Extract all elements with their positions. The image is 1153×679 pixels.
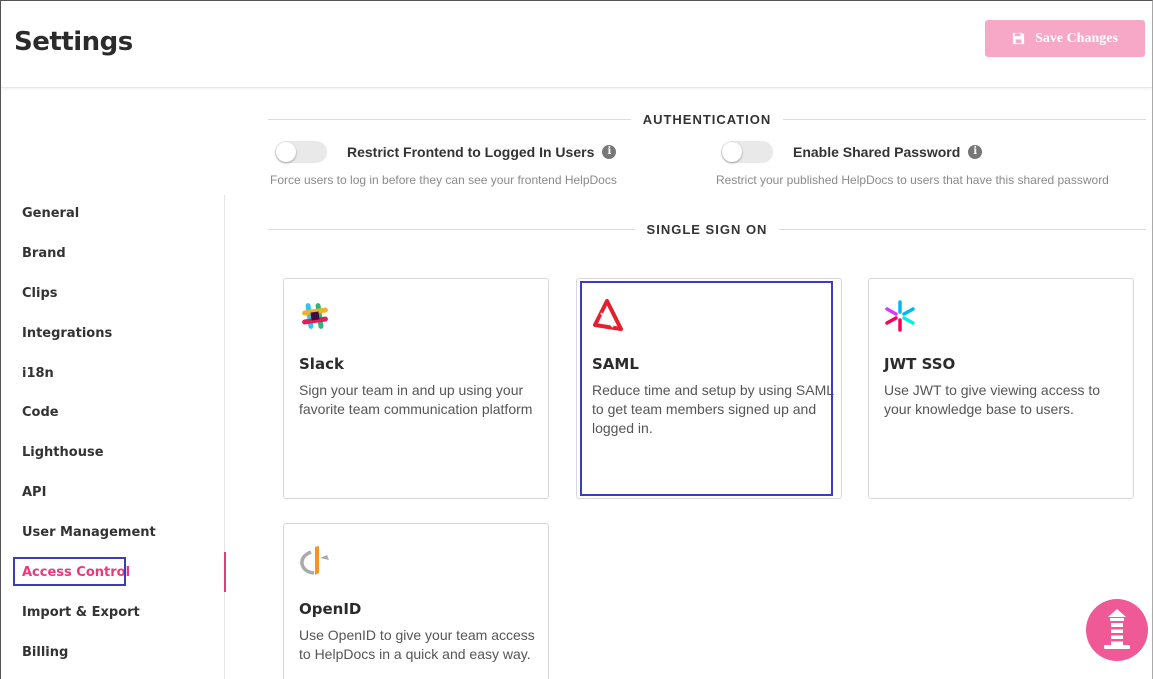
page-title: Settings xyxy=(14,27,133,57)
sidebar-item-import-export[interactable]: Import & Export xyxy=(22,605,140,620)
settings-header: Settings Save Changes xyxy=(1,1,1152,88)
sidebar-item-api[interactable]: API xyxy=(22,485,46,500)
sidebar-item-user-management[interactable]: User Management xyxy=(22,525,156,540)
slack-title: Slack xyxy=(299,355,344,373)
openid-title: OpenID xyxy=(299,600,362,618)
toggle-knob xyxy=(276,142,296,162)
sso-heading-text: SINGLE SIGN ON xyxy=(646,221,768,237)
restrict-frontend-label: Restrict Frontend to Logged In Users xyxy=(347,144,595,160)
info-icon[interactable]: i xyxy=(602,145,617,159)
lighthouse-icon xyxy=(1104,609,1130,649)
sidebar-active-highlight xyxy=(13,557,126,586)
saml-title: SAML xyxy=(592,355,639,373)
jwt-sso-card[interactable]: JWT SSO Use JWT to give viewing access t… xyxy=(868,278,1134,499)
sidebar-active-indicator xyxy=(224,552,226,592)
sidebar-item-brand[interactable]: Brand xyxy=(22,246,66,261)
sidebar-item-lighthouse[interactable]: Lighthouse xyxy=(22,445,104,460)
slack-icon xyxy=(302,303,328,329)
authentication-heading-text: AUTHENTICATION xyxy=(642,111,772,127)
floppy-disk-icon xyxy=(1012,32,1025,45)
slack-card[interactable]: Slack Sign your team in and up using you… xyxy=(283,278,549,499)
jwt-sso-description: Use JWT to give viewing access to your k… xyxy=(884,382,1101,417)
slack-description: Sign your team in and up using your favo… xyxy=(299,382,533,417)
saml-description: Reduce time and setup by using SAML to g… xyxy=(592,382,834,436)
sso-heading: SINGLE SIGN ON xyxy=(268,219,1146,239)
saml-card[interactable]: SAML Reduce time and setup by using SAML… xyxy=(576,278,842,499)
sidebar-item-clips[interactable]: Clips xyxy=(22,286,58,301)
save-changes-button[interactable]: Save Changes xyxy=(985,20,1145,57)
sidebar-item-i18n[interactable]: i18n xyxy=(22,366,54,381)
jwt-icon xyxy=(885,300,915,332)
sidebar-item-integrations[interactable]: Integrations xyxy=(22,326,112,341)
authentication-heading: AUTHENTICATION xyxy=(268,109,1146,129)
shared-password-toggle[interactable] xyxy=(721,141,773,163)
jwt-sso-title: JWT SSO xyxy=(884,355,956,373)
restrict-frontend-description: Force users to log in before they can se… xyxy=(270,173,617,187)
info-icon[interactable]: i xyxy=(968,145,983,159)
toggle-knob xyxy=(722,142,742,162)
restrict-frontend-toggle[interactable] xyxy=(275,141,327,163)
sidebar-item-general[interactable]: General xyxy=(22,206,79,221)
openid-card[interactable]: OpenID Use OpenID to give your team acce… xyxy=(283,523,549,679)
saml-icon xyxy=(593,299,623,331)
openid-description: Use OpenID to give your team access to H… xyxy=(299,627,535,662)
save-changes-label: Save Changes xyxy=(1035,30,1118,46)
sidebar-item-billing[interactable]: Billing xyxy=(22,645,68,660)
openid-icon xyxy=(300,546,329,575)
sidebar-item-code[interactable]: Code xyxy=(22,405,59,420)
shared-password-description: Restrict your published HelpDocs to user… xyxy=(716,173,1109,187)
shared-password-row: Enable Shared Password i xyxy=(721,141,983,163)
shared-password-label: Enable Shared Password xyxy=(793,144,961,160)
help-chat-button[interactable] xyxy=(1086,599,1148,661)
restrict-frontend-row: Restrict Frontend to Logged In Users i xyxy=(275,141,617,163)
